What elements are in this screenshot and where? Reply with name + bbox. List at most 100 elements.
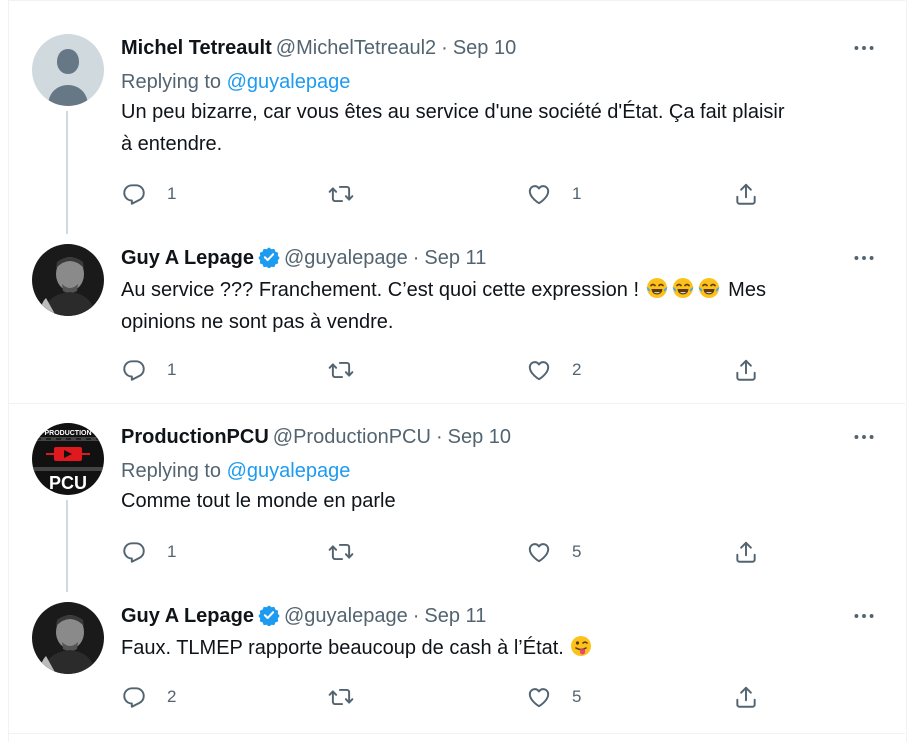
divider	[8, 403, 905, 404]
avatar-logo-text: PRODUCTION	[44, 430, 91, 437]
tweet-text: Un peu bizarre, car vous êtes au service…	[121, 96, 881, 160]
avatar[interactable]	[32, 602, 104, 674]
share-button[interactable]	[733, 355, 759, 385]
separator: ·	[412, 605, 420, 627]
more-icon	[851, 603, 877, 629]
like-count: 2	[572, 360, 582, 379]
share-icon	[733, 684, 759, 710]
share-button[interactable]	[733, 537, 759, 567]
mention-link[interactable]: @guyalepage	[227, 460, 351, 482]
like-button[interactable]: 5	[526, 537, 581, 567]
reply-icon	[121, 181, 147, 207]
user-handle[interactable]: @MichelTetreaul2	[276, 37, 436, 59]
like-count: 5	[572, 542, 582, 561]
replying-label: Replying to	[121, 71, 222, 93]
replying-label: Replying to	[121, 460, 222, 482]
display-name[interactable]: ProductionPCU	[121, 426, 269, 448]
tweet-text-segment: Au service ??? Franchement. C’est quoi c…	[121, 279, 645, 301]
retweet-icon	[328, 181, 354, 207]
separator: ·	[441, 37, 448, 59]
heart-icon	[526, 539, 552, 565]
retweet-button[interactable]	[328, 537, 354, 567]
avatar[interactable]	[32, 34, 104, 106]
like-button[interactable]: 1	[526, 179, 581, 209]
winking-tongue-emoji-icon	[569, 634, 593, 658]
reply-button[interactable]: 1	[121, 355, 176, 385]
more-icon	[851, 35, 877, 61]
tweet-actions: 1 1	[121, 179, 761, 209]
more-options-button[interactable]	[851, 244, 881, 272]
timestamp[interactable]: Sep 10	[453, 37, 516, 59]
tweet-text: Comme tout le monde en parle	[121, 485, 881, 517]
like-button[interactable]: 2	[526, 355, 581, 385]
timestamp[interactable]: Sep 11	[424, 247, 486, 269]
heart-icon	[526, 684, 552, 710]
more-options-button[interactable]	[851, 602, 881, 630]
replying-to: Replying to @guyalepage	[121, 68, 881, 96]
tears-of-joy-emoji-icon	[645, 276, 669, 300]
user-handle[interactable]: @guyalepage	[284, 605, 408, 627]
tweet-text: Faux. TLMEP rapporte beaucoup de cash à …	[121, 632, 881, 664]
tweet-header: Guy A Lepage @guyalepage · Sep 11	[121, 244, 881, 272]
retweet-button[interactable]	[328, 179, 354, 209]
like-count: 5	[572, 687, 582, 706]
replying-to: Replying to @guyalepage	[121, 457, 881, 485]
tweet-actions: 2 5	[121, 682, 761, 712]
avatar[interactable]	[32, 244, 104, 316]
retweet-button[interactable]	[328, 682, 354, 712]
tweet-text-line: Comme tout le monde en parle	[121, 490, 396, 512]
reply-button[interactable]: 1	[121, 537, 176, 567]
thread-connector	[66, 111, 68, 234]
tweet-text-line: Faux. TLMEP rapporte beaucoup de cash à …	[121, 632, 881, 664]
share-button[interactable]	[733, 682, 759, 712]
tweet-text-line: à entendre.	[121, 133, 223, 155]
display-name[interactable]: Guy A Lepage	[121, 247, 254, 269]
reply-icon	[121, 684, 147, 710]
timestamp[interactable]: Sep 10	[448, 426, 511, 448]
user-handle[interactable]: @ProductionPCU	[273, 426, 431, 448]
divider	[8, 733, 905, 734]
more-options-button[interactable]	[851, 34, 881, 62]
more-icon	[851, 424, 877, 450]
tweet-text-segment: Faux. TLMEP rapporte beaucoup de cash à …	[121, 637, 570, 659]
more-options-button[interactable]	[851, 423, 881, 451]
tweet-actions: 1 2	[121, 355, 761, 385]
tears-of-joy-emoji-icon	[697, 276, 721, 300]
reply-button[interactable]: 2	[121, 682, 176, 712]
like-button[interactable]: 5	[526, 682, 581, 712]
reply-icon	[121, 539, 147, 565]
avatar-logo-text: PCU	[49, 473, 87, 493]
user-handle[interactable]: @guyalepage	[284, 247, 408, 269]
display-name[interactable]: Michel Tetreault	[121, 37, 272, 59]
tweet-text: Au service ??? Franchement. C’est quoi c…	[121, 274, 881, 338]
divider	[8, 0, 905, 1]
share-icon	[733, 539, 759, 565]
tweet-header: ProductionPCU @ProductionPCU · Sep 10	[121, 423, 881, 451]
display-name[interactable]: Guy A Lepage	[121, 605, 254, 627]
verified-badge-icon	[258, 604, 280, 626]
tweet-header: Guy A Lepage @guyalepage · Sep 11	[121, 602, 881, 630]
share-icon	[733, 357, 759, 383]
avatar[interactable]: PRODUCTION PCU	[32, 423, 104, 495]
more-icon	[851, 245, 877, 271]
reply-button[interactable]: 1	[121, 179, 176, 209]
share-button[interactable]	[733, 179, 759, 209]
like-count: 1	[572, 184, 582, 203]
separator: ·	[435, 426, 443, 448]
reply-count: 1	[167, 184, 177, 203]
retweet-button[interactable]	[328, 355, 354, 385]
share-icon	[733, 181, 759, 207]
mention-link[interactable]: @guyalepage	[227, 71, 351, 93]
reply-icon	[121, 357, 147, 383]
timestamp[interactable]: Sep 11	[424, 605, 486, 627]
verified-badge-icon	[258, 246, 280, 268]
separator: ·	[412, 247, 420, 269]
thread-connector	[66, 500, 68, 592]
tweet-text-segment: Mes	[728, 279, 766, 301]
tweet-header: Michel Tetreault @MichelTetreaul2 · Sep 10	[121, 34, 881, 62]
reply-count: 1	[167, 360, 177, 379]
retweet-icon	[328, 684, 354, 710]
tears-of-joy-emoji-icon	[671, 276, 695, 300]
tweet-text-line: Au service ??? Franchement. C’est quoi c…	[121, 274, 881, 306]
retweet-icon	[328, 357, 354, 383]
